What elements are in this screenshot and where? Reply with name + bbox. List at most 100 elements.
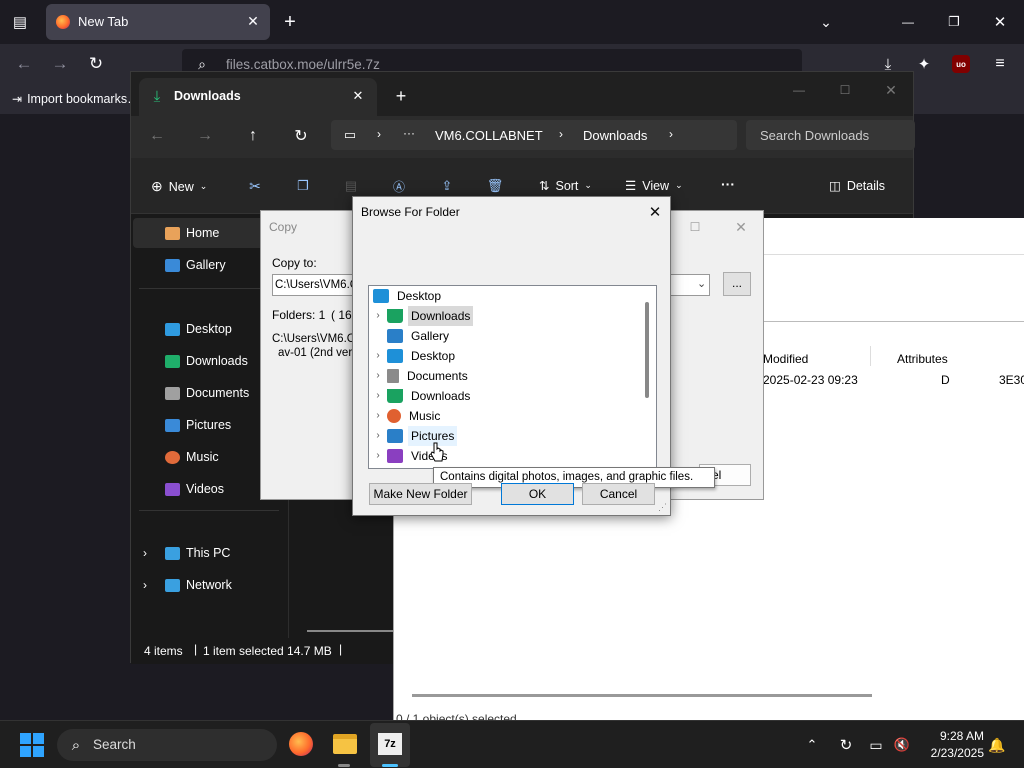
cut-icon[interactable]: ✂ — [245, 176, 265, 196]
firefox-tab-new-tab[interactable]: New Tab ✕ — [46, 4, 270, 40]
forward-icon[interactable]: → — [193, 124, 217, 148]
list-all-tabs-icon[interactable]: ⌄ — [814, 10, 838, 34]
back-icon[interactable]: ← — [145, 124, 169, 148]
network-status-icon[interactable]: ▭ — [866, 733, 886, 757]
show-hidden-icons[interactable]: ⌃ — [802, 733, 822, 757]
new-tab-button[interactable]: + — [278, 10, 302, 34]
import-bookmarks-link[interactable]: ⇥ Import bookmarks… — [12, 92, 140, 106]
notification-bell-icon[interactable]: 🔔 — [986, 733, 1008, 757]
sidebar-item-this-pc[interactable]: This PC — [165, 541, 230, 565]
tree-item[interactable]: › Desktop — [371, 346, 458, 366]
music-icon — [387, 409, 401, 423]
restore-window-icon[interactable]: ❐ — [942, 10, 966, 34]
search-downloads-input[interactable]: Search Downloads — [746, 120, 915, 150]
tree-item[interactable]: Gallery — [371, 326, 452, 346]
breadcrumb-vm6[interactable]: VM6.COLLABNET — [435, 128, 543, 143]
minimize-window-icon[interactable]: — — [896, 10, 920, 34]
close-window-icon[interactable]: ✕ — [879, 78, 903, 102]
documents-icon — [387, 369, 399, 383]
cancel-button[interactable]: Cancel — [582, 483, 655, 505]
clock-time[interactable]: 9:28 AM — [934, 729, 984, 743]
copy-icon[interactable]: ❐ — [293, 176, 313, 196]
close-window-icon[interactable]: ✕ — [731, 217, 751, 237]
share-icon[interactable]: ⇪ — [437, 176, 457, 196]
start-button[interactable] — [20, 733, 44, 757]
browse-button[interactable]: ... — [723, 272, 751, 296]
explorer-tab-downloads[interactable]: ⤓ Downloads ✕ — [139, 78, 377, 116]
sidebar-item-desktop[interactable]: Desktop — [165, 317, 232, 341]
breadcrumb-downloads[interactable]: Downloads — [583, 128, 647, 143]
details-button[interactable]: ◫ Details — [829, 178, 885, 194]
address-bar[interactable]: ▭ › ··· VM6.COLLABNET › Downloads › — [331, 120, 737, 150]
expand-arrow-icon[interactable]: › — [371, 346, 385, 366]
tree-item[interactable]: › Downloads — [371, 306, 474, 326]
close-tab-icon[interactable]: ✕ — [349, 87, 367, 105]
expand-arrow-icon[interactable]: › — [371, 366, 385, 386]
tree-item[interactable]: Desktop — [371, 286, 444, 306]
horizontal-scrollbar[interactable] — [412, 694, 872, 697]
expand-arrow-icon[interactable]: › — [371, 406, 385, 426]
resize-grip-icon[interactable]: ⋰ — [658, 502, 667, 513]
sync-icon[interactable]: ↻ — [836, 733, 856, 757]
refresh-icon[interactable]: ↻ — [289, 124, 313, 148]
reload-icon[interactable]: ↻ — [84, 52, 108, 76]
expand-arrow-icon[interactable]: › — [371, 386, 385, 406]
up-icon[interactable]: ↑ — [241, 124, 265, 148]
tree-scrollbar[interactable] — [645, 302, 649, 398]
close-window-icon[interactable]: ✕ — [988, 10, 1012, 34]
sort-button[interactable]: ⇅ Sort ⌄ — [539, 178, 592, 194]
column-modified[interactable]: Modified — [763, 352, 808, 366]
more-options-icon[interactable]: ··· — [721, 176, 735, 192]
sidebar-item-network[interactable]: Network — [165, 573, 232, 597]
rename-icon[interactable]: Ⓐ — [389, 176, 409, 196]
ok-button[interactable]: OK — [501, 483, 574, 505]
sidebar-item-gallery[interactable]: Gallery — [165, 253, 226, 277]
maximize-window-icon[interactable]: ☐ — [833, 78, 857, 102]
file-explorer-taskbar-icon[interactable] — [333, 734, 357, 754]
minimize-window-icon[interactable]: — — [787, 78, 811, 102]
close-tab-icon[interactable]: ✕ — [244, 12, 262, 30]
sidebar-item-downloads[interactable]: Downloads — [165, 349, 248, 373]
clock-date[interactable]: 2/23/2025 — [922, 746, 984, 760]
delete-icon[interactable]: 🗑 — [485, 176, 505, 196]
expand-network-icon[interactable]: › — [143, 578, 147, 592]
expand-arrow-icon[interactable]: › — [371, 306, 385, 326]
copy-dialog-title: Copy — [269, 220, 298, 234]
make-new-folder-button[interactable]: Make New Folder — [369, 483, 472, 505]
maximize-window-icon[interactable]: ☐ — [685, 217, 705, 237]
tree-item[interactable]: › Pictures — [371, 426, 458, 446]
sidebar-item-home[interactable]: Home — [165, 221, 219, 245]
tab-list-icon[interactable]: ▤ — [8, 10, 32, 34]
chevron-down-icon[interactable]: ⌄ — [697, 277, 706, 290]
extensions-icon[interactable]: ✦ — [912, 52, 936, 76]
tree-item[interactable]: › Documents — [371, 366, 471, 386]
forward-icon[interactable]: → — [48, 52, 72, 76]
menu-icon[interactable]: ≡ — [988, 52, 1012, 76]
firefox-taskbar-icon[interactable] — [289, 732, 313, 756]
tree-item[interactable]: › Downloads — [371, 386, 473, 406]
horizontal-scrollbar[interactable] — [307, 630, 397, 632]
back-icon[interactable]: ← — [12, 52, 36, 76]
sevenzip-taskbar-icon[interactable]: 7z — [370, 723, 410, 767]
volume-muted-icon[interactable]: 🔇 — [892, 733, 912, 757]
expand-arrow-icon[interactable]: › — [371, 426, 385, 446]
sidebar-item-videos[interactable]: Videos — [165, 477, 224, 501]
folder-tree[interactable]: Desktop › Downloads Gallery › Desktop › Documen… — [368, 285, 657, 469]
more-path-icon[interactable]: ··· — [403, 126, 415, 140]
sidebar-item-documents[interactable]: Documents — [165, 381, 249, 405]
sidebar-item-pictures[interactable]: Pictures — [165, 413, 231, 437]
expand-arrow-icon[interactable]: › — [371, 446, 385, 466]
chevron-down-icon: ⌄ — [675, 180, 683, 190]
view-button[interactable]: ☰ View ⌄ — [625, 178, 683, 194]
new-button[interactable]: ⊕ New ⌄ — [151, 178, 207, 195]
taskbar-search[interactable]: ⌕ Search — [57, 729, 277, 761]
tree-item[interactable]: › Music — [371, 406, 443, 426]
paste-icon[interactable]: ▤ — [341, 176, 361, 196]
sidebar-item-music[interactable]: Music — [165, 445, 219, 469]
column-attributes[interactable]: Attributes — [897, 352, 948, 366]
ublock-icon[interactable]: uo — [952, 55, 970, 73]
tree-item-label: Downloads — [411, 389, 471, 403]
expand-this-pc-icon[interactable]: › — [143, 546, 147, 560]
close-dialog-icon[interactable]: ✕ — [645, 202, 665, 222]
new-tab-button[interactable]: + — [389, 84, 413, 108]
